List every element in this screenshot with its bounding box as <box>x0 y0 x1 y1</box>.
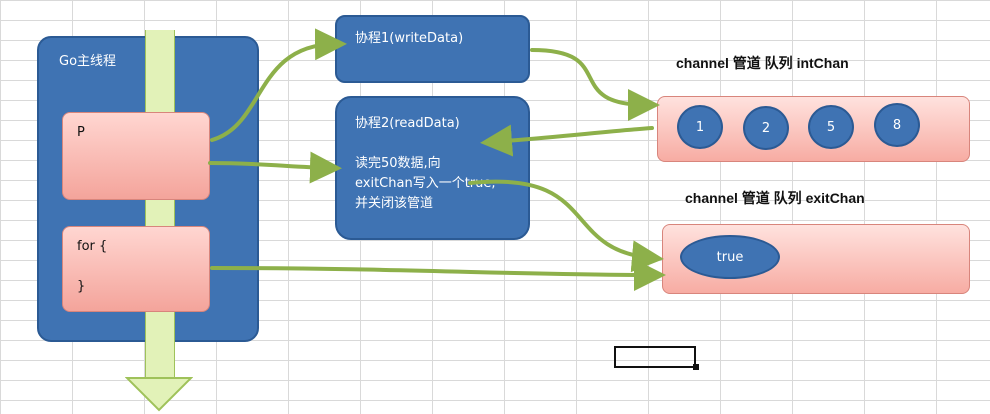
read-goroutine-box: 协程2(readData) 读完50数据,向 exitChan写入一个true,… <box>335 96 530 240</box>
int-chan-item: 2 <box>743 106 789 150</box>
int-chan-item: 1 <box>677 105 723 149</box>
read-goroutine-desc-1: 读完50数据,向 <box>355 156 441 171</box>
write-goroutine-box: 协程1(writeData) <box>335 15 530 83</box>
read-goroutine-desc-3: 并关闭该管道 <box>355 196 434 211</box>
exit-chan-queue: true <box>662 224 970 294</box>
read-goroutine-desc-2: exitChan写入一个true, <box>355 176 496 191</box>
arrow-for-to-exitchan <box>210 258 666 291</box>
thread-timeline-bar <box>145 30 175 380</box>
exit-chan-label: channel 管道 队列 exitChan <box>685 190 865 206</box>
int-chan-item: 5 <box>808 105 854 149</box>
int-chan-item: 8 <box>874 103 920 147</box>
thread-timeline-arrowhead <box>125 377 193 412</box>
arrow-writer-to-intchan <box>530 48 660 121</box>
fill-handle[interactable] <box>693 364 699 370</box>
selected-cell[interactable] <box>614 346 696 368</box>
for-loop-close: } <box>77 279 86 294</box>
main-thread-title: Go主线程 <box>59 54 117 69</box>
read-goroutine-title: 协程2(readData) <box>355 116 460 131</box>
for-loop-block: for { } <box>62 226 210 312</box>
exit-chan-value: true <box>680 235 780 279</box>
int-chan-label: channel 管道 队列 intChan <box>676 55 849 71</box>
int-chan-queue: 1 2 5 8 <box>657 96 970 162</box>
producer-block: P <box>62 112 210 200</box>
for-loop-open: for { <box>77 239 108 254</box>
producer-label: P <box>77 125 85 140</box>
write-goroutine-title: 协程1(writeData) <box>355 31 464 46</box>
